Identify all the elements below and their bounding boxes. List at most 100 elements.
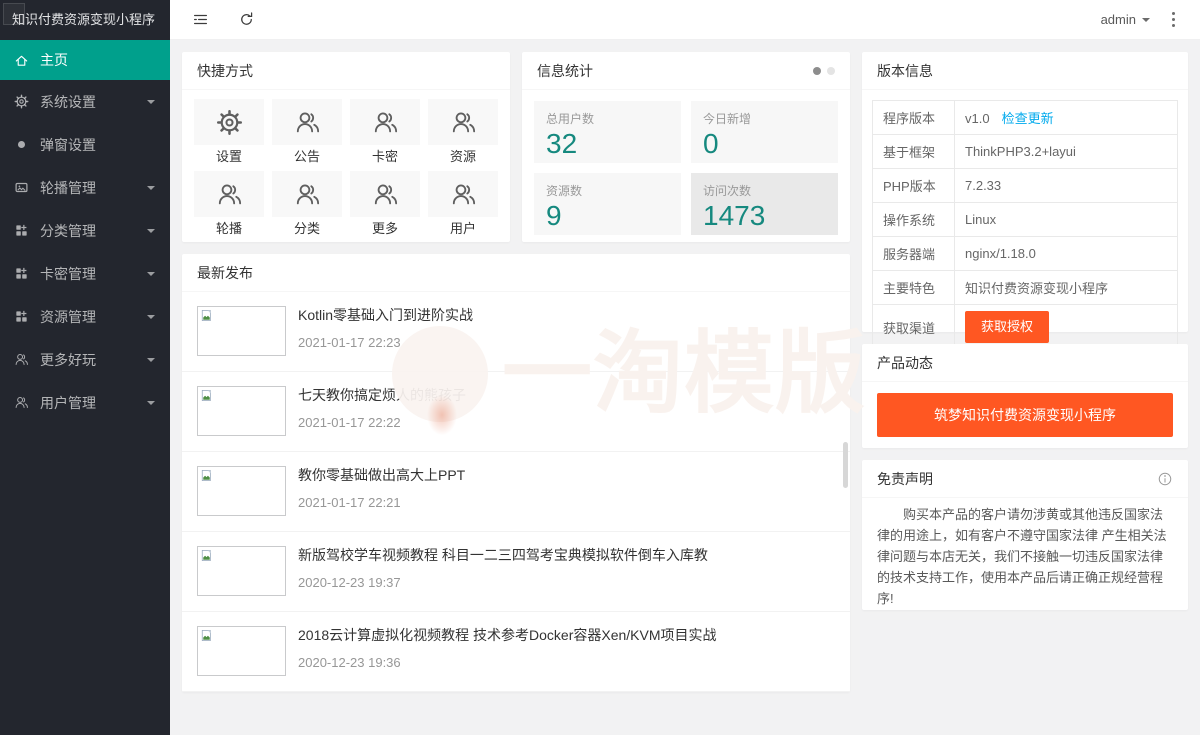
disclaimer-card: 免责声明 购买本产品的客户请勿涉黄或其他违反国家法律的用途上，如有客户不遵守国家… — [862, 460, 1188, 610]
stat-value: 32 — [546, 129, 669, 159]
row-label: 程序版本 — [873, 101, 955, 135]
broken-image-icon — [200, 629, 213, 642]
sidebar-item-more-fun[interactable]: 更多好玩 — [0, 338, 170, 381]
friends-icon — [372, 109, 399, 136]
shortcut-label: 更多 — [350, 221, 420, 237]
app-grid-icon — [14, 223, 29, 238]
logo-favicon-placeholder — [3, 3, 25, 25]
user-dropdown[interactable]: admin — [1091, 0, 1160, 40]
shortcut-cardkey[interactable]: 卡密 — [350, 99, 420, 165]
stat-label: 访问次数 — [703, 182, 826, 199]
card-title: 快捷方式 — [197, 52, 253, 90]
table-row: 服务器端 nginx/1.18.0 — [873, 237, 1178, 271]
refresh-button[interactable] — [226, 0, 266, 40]
sidebar-item-carousel-management[interactable]: 轮播管理 — [0, 166, 170, 209]
broken-image-icon — [200, 549, 213, 562]
carousel-dots — [813, 67, 835, 75]
carousel-dot[interactable] — [827, 67, 835, 75]
post-date: 2020-12-23 19:36 — [298, 655, 717, 670]
header-right-actions: admin — [1091, 0, 1200, 40]
card-title: 免责声明 — [877, 460, 933, 498]
sidebar-item-category-management[interactable]: 分类管理 — [0, 209, 170, 252]
row-label: 基于框架 — [873, 135, 955, 169]
right-column: 版本信息 程序版本 v1.0检查更新 基于框架 ThinkPHP3.2+layu… — [862, 52, 1188, 610]
row-value: nginx/1.18.0 — [955, 237, 1178, 271]
post-date: 2020-12-23 19:37 — [298, 575, 708, 590]
shortcut-label: 分类 — [272, 221, 342, 237]
card-title: 版本信息 — [877, 52, 933, 90]
stat-label: 资源数 — [546, 182, 669, 199]
collapse-sidebar-button[interactable] — [180, 0, 220, 40]
friends-icon — [372, 181, 399, 208]
post-date: 2021-01-17 22:21 — [298, 495, 465, 510]
stat-value: 9 — [546, 201, 669, 231]
shortcut-label: 卡密 — [350, 149, 420, 165]
circle-dot-icon — [14, 137, 29, 152]
post-title: 新版驾校学车视频教程 科目一二三四驾考宝典模拟软件倒车入库教 — [298, 547, 708, 564]
sidebar-item-system-settings[interactable]: 系统设置 — [0, 80, 170, 123]
sidebar-item-resource-management[interactable]: 资源管理 — [0, 295, 170, 338]
list-item[interactable]: 七天教你搞定烦人的熊孩子 2021-01-17 22:22 — [182, 372, 850, 452]
shortcut-label: 公告 — [272, 149, 342, 165]
friends-icon — [14, 395, 29, 410]
list-item[interactable]: Kotlin零基础入门到进阶实战 2021-01-17 22:23 — [182, 292, 850, 372]
more-menu-button[interactable] — [1160, 0, 1186, 40]
card-title: 产品动态 — [877, 344, 933, 382]
carousel-dot-active[interactable] — [813, 67, 821, 75]
stat-total-users: 总用户数 32 — [534, 101, 681, 163]
check-update-link[interactable]: 检查更新 — [1002, 111, 1054, 126]
table-row: 操作系统 Linux — [873, 203, 1178, 237]
shortcut-label: 轮播 — [194, 221, 264, 237]
shortcut-settings[interactable]: 设置 — [194, 99, 264, 165]
product-news-card: 产品动态 筑梦知识付费资源变现小程序 — [862, 344, 1188, 448]
post-thumbnail — [197, 306, 286, 356]
card-title: 信息统计 — [537, 52, 593, 90]
post-thumbnail — [197, 546, 286, 596]
sidebar-item-label: 轮播管理 — [40, 178, 96, 198]
row-label: 主要特色 — [873, 271, 955, 305]
app-grid-icon — [14, 266, 29, 281]
shortcut-carousel[interactable]: 轮播 — [194, 171, 264, 237]
shortcuts-grid: 设置 公告 卡密 资源 轮播 — [182, 90, 510, 246]
sidebar-item-label: 系统设置 — [40, 92, 96, 112]
broken-image-icon — [200, 389, 213, 402]
get-authorization-button[interactable]: 获取授权 — [965, 311, 1049, 343]
sidebar-item-home[interactable]: 主页 — [0, 40, 170, 80]
friends-icon — [216, 181, 243, 208]
version-card-header: 版本信息 — [862, 52, 1188, 90]
list-item[interactable]: 2018云计算虚拟化视频教程 技术参考Docker容器Xen/KVM项目实战 2… — [182, 612, 850, 692]
version-table: 程序版本 v1.0检查更新 基于框架 ThinkPHP3.2+layui PHP… — [872, 100, 1178, 350]
chevron-down-icon — [147, 186, 155, 194]
latest-posts-card: 最新发布 Kotlin零基础入门到进阶实战 2021-01-17 22:23 七… — [182, 254, 850, 692]
table-row: 程序版本 v1.0检查更新 — [873, 101, 1178, 135]
sidebar-item-cardkey-management[interactable]: 卡密管理 — [0, 252, 170, 295]
caret-down-icon — [1142, 18, 1150, 26]
row-label: 服务器端 — [873, 237, 955, 271]
post-title: 教你零基础做出高大上PPT — [298, 467, 465, 484]
stat-label: 今日新增 — [703, 110, 826, 127]
list-item[interactable]: 新版驾校学车视频教程 科目一二三四驾考宝典模拟软件倒车入库教 2020-12-2… — [182, 532, 850, 612]
shortcut-label: 用户 — [428, 221, 498, 237]
shortcut-category[interactable]: 分类 — [272, 171, 342, 237]
shortcut-announcement[interactable]: 公告 — [272, 99, 342, 165]
friends-icon — [14, 352, 29, 367]
info-icon[interactable] — [1157, 471, 1173, 487]
disclaimer-signature: —— 红桃K（layui.com） — [862, 609, 1188, 610]
disclaimer-text: 购买本产品的客户请勿涉黄或其他违反国家法律的用途上，如有客户不遵守国家法律 产生… — [862, 498, 1188, 609]
more-vert-icon — [1172, 12, 1175, 15]
sidebar: 知识付费资源变现小程序 主页 系统设置 弹窗设置 轮播管理 分类管理 卡密管理 — [0, 0, 170, 735]
friends-icon — [450, 181, 477, 208]
shortcut-resource[interactable]: 资源 — [428, 99, 498, 165]
scrollbar-thumb[interactable] — [843, 442, 848, 488]
sidebar-item-user-management[interactable]: 用户管理 — [0, 381, 170, 424]
stat-new-today: 今日新增 0 — [691, 101, 838, 163]
post-thumbnail — [197, 626, 286, 676]
sidebar-item-label: 弹窗设置 — [40, 135, 96, 155]
shortcut-more[interactable]: 更多 — [350, 171, 420, 237]
list-item[interactable]: 教你零基础做出高大上PPT 2021-01-17 22:21 — [182, 452, 850, 532]
shortcut-user[interactable]: 用户 — [428, 171, 498, 237]
gear-icon — [14, 94, 29, 109]
sidebar-item-popup-settings[interactable]: 弹窗设置 — [0, 123, 170, 166]
latest-card-header: 最新发布 — [182, 254, 850, 292]
product-banner-button[interactable]: 筑梦知识付费资源变现小程序 — [877, 393, 1173, 437]
